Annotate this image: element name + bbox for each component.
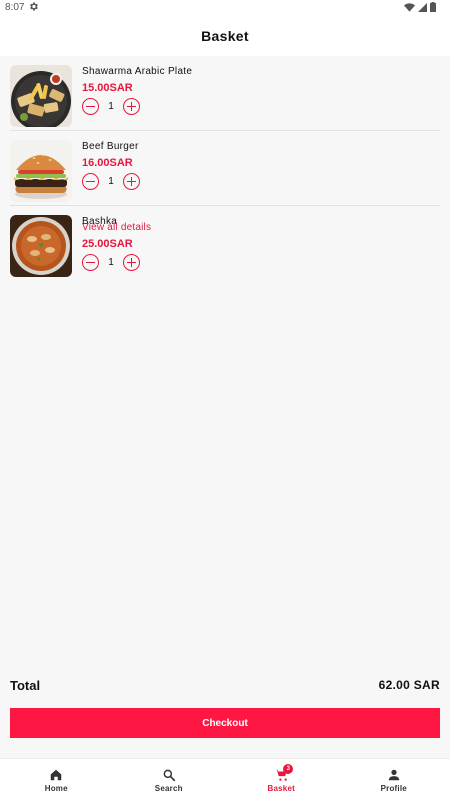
nav-label: Home bbox=[44, 784, 68, 793]
checkout-button[interactable]: Checkout bbox=[10, 708, 440, 738]
quantity-value: 1 bbox=[108, 101, 114, 112]
status-time: 8:07 bbox=[5, 2, 25, 13]
battery-icon bbox=[430, 2, 436, 12]
item-name: Beef Burger bbox=[82, 141, 139, 152]
nav-item-basket[interactable]: 3 Basket bbox=[225, 759, 338, 800]
decrease-quantity-button[interactable] bbox=[82, 254, 99, 271]
status-icons bbox=[404, 2, 436, 12]
bottom-nav: Home Search 3 Basket Profile bbox=[0, 758, 450, 800]
increase-quantity-button[interactable] bbox=[123, 173, 140, 190]
increase-quantity-button[interactable] bbox=[123, 98, 140, 115]
item-price: 16.00SAR bbox=[82, 157, 133, 169]
cart-icon: 3 bbox=[274, 764, 294, 782]
quantity-value: 1 bbox=[108, 176, 114, 187]
settings-gear-icon bbox=[28, 1, 40, 13]
total-label: Total bbox=[10, 678, 41, 693]
nav-label: Profile bbox=[380, 784, 407, 793]
nav-label: Search bbox=[154, 784, 183, 793]
quantity-stepper: 1 bbox=[82, 98, 140, 115]
basket-item[interactable]: Shawarma Arabic Plate 15.00SAR 1 bbox=[10, 56, 440, 131]
page-title: Basket bbox=[201, 28, 249, 44]
item-price: 15.00SAR bbox=[82, 82, 133, 94]
total-value: 62.00 SAR bbox=[378, 678, 440, 692]
nav-label: Basket bbox=[267, 784, 295, 793]
quantity-stepper: 1 bbox=[82, 254, 140, 271]
wifi-icon bbox=[404, 2, 415, 12]
increase-quantity-button[interactable] bbox=[123, 254, 140, 271]
view-details-link[interactable]: View all details bbox=[82, 222, 151, 233]
basket-list: Shawarma Arabic Plate 15.00SAR 1 Beef Bu… bbox=[10, 56, 440, 293]
status-bar: 8:07 bbox=[0, 0, 450, 16]
search-icon bbox=[162, 768, 176, 782]
quantity-value: 1 bbox=[108, 257, 114, 268]
home-icon bbox=[49, 768, 63, 782]
nav-item-profile[interactable]: Profile bbox=[338, 759, 450, 800]
basket-item[interactable]: Bashka View all details 25.00SAR 1 bbox=[10, 206, 440, 293]
item-price: 25.00SAR bbox=[82, 238, 133, 250]
decrease-quantity-button[interactable] bbox=[82, 173, 99, 190]
item-name: Shawarma Arabic Plate bbox=[82, 66, 193, 77]
bashka-image bbox=[10, 215, 72, 277]
basket-count-badge: 3 bbox=[283, 764, 294, 774]
signal-icon bbox=[418, 2, 427, 12]
basket-item[interactable]: Beef Burger 16.00SAR 1 bbox=[10, 131, 440, 206]
app-bar: Basket bbox=[0, 16, 450, 56]
decrease-quantity-button[interactable] bbox=[82, 98, 99, 115]
total-row: Total 62.00 SAR bbox=[10, 676, 440, 696]
nav-item-home[interactable]: Home bbox=[0, 759, 113, 800]
quantity-stepper: 1 bbox=[82, 173, 140, 190]
person-icon bbox=[387, 768, 401, 782]
shawarma-plate-image bbox=[10, 65, 72, 127]
nav-item-search[interactable]: Search bbox=[113, 759, 226, 800]
beef-burger-image bbox=[10, 140, 72, 202]
